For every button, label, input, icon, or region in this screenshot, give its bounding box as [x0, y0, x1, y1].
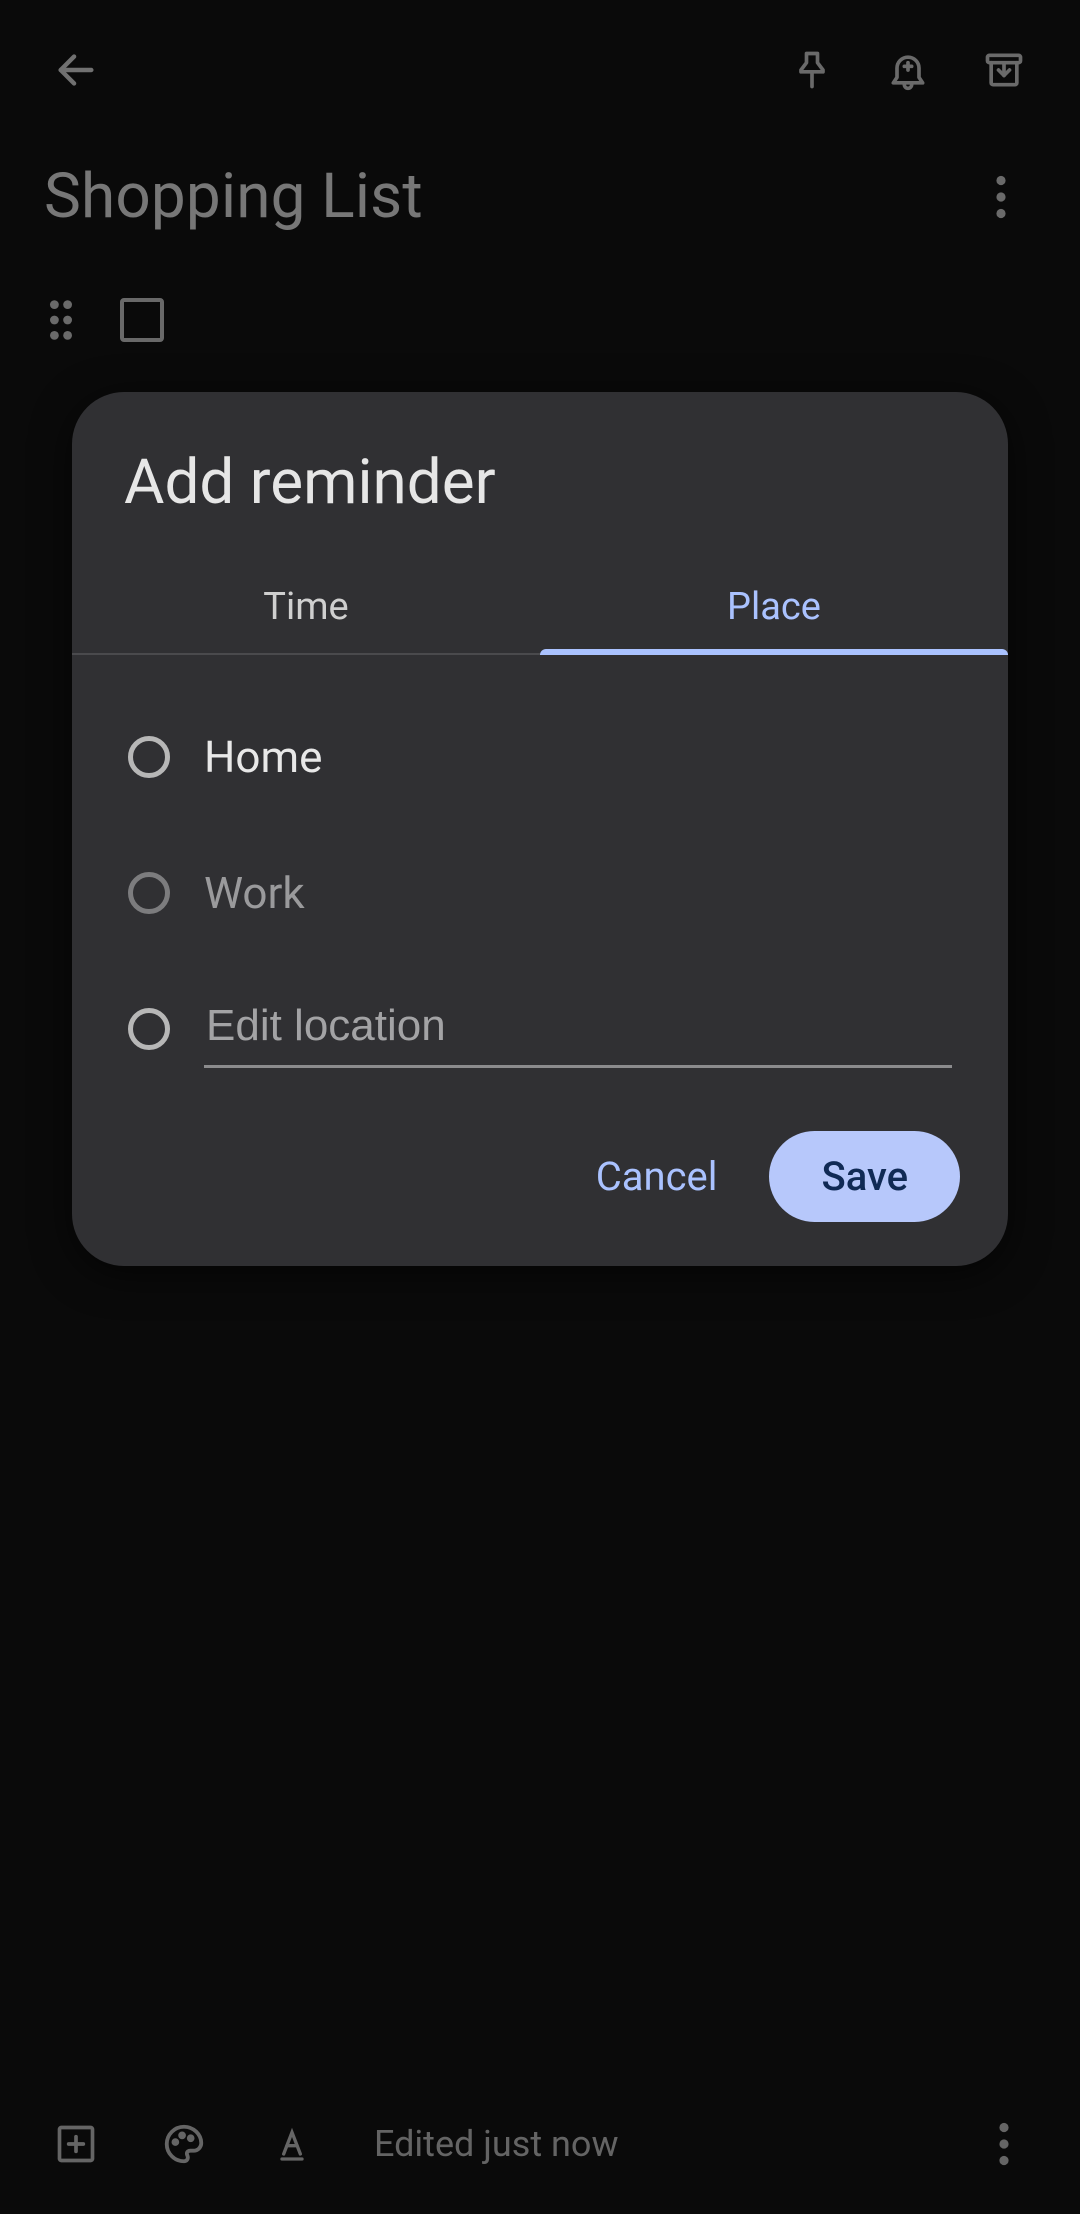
edited-timestamp: Edited just now: [374, 2123, 944, 2165]
bell-plus-icon: [886, 48, 930, 92]
add-content-button[interactable]: [28, 2096, 124, 2192]
pin-button[interactable]: [764, 22, 860, 118]
palette-button[interactable]: [136, 2096, 232, 2192]
archive-button[interactable]: [956, 22, 1052, 118]
text-format-icon: [272, 2122, 312, 2166]
text-format-button[interactable]: [244, 2096, 340, 2192]
checkbox[interactable]: [120, 298, 164, 342]
more-vert-icon: [998, 2122, 1010, 2166]
note-title[interactable]: Shopping List: [44, 160, 966, 233]
bottom-more-button[interactable]: [956, 2096, 1052, 2192]
pin-icon: [790, 48, 834, 92]
tab-place[interactable]: Place: [540, 559, 1008, 653]
option-edit-location[interactable]: [128, 961, 964, 1097]
radio-icon: [128, 736, 170, 778]
note-more-button[interactable]: [966, 162, 1036, 232]
add-box-icon: [54, 2122, 98, 2166]
radio-icon: [128, 872, 170, 914]
add-reminder-dialog: Add reminder Time Place Home Work Cancel…: [72, 392, 1008, 1266]
option-label: Home: [204, 731, 322, 783]
palette-icon: [161, 2121, 207, 2167]
cancel-button[interactable]: Cancel: [578, 1133, 736, 1220]
reminder-button[interactable]: [860, 22, 956, 118]
more-vert-icon: [995, 175, 1007, 219]
reminder-tabs: Time Place: [72, 559, 1008, 655]
drag-handle-icon[interactable]: [40, 299, 82, 341]
radio-icon: [128, 1008, 170, 1050]
option-home[interactable]: Home: [128, 689, 964, 825]
place-options: Home Work: [72, 655, 1008, 1107]
dialog-title: Add reminder: [124, 446, 956, 519]
title-row: Shopping List: [44, 160, 1036, 233]
checklist-item[interactable]: [40, 280, 164, 360]
tab-time[interactable]: Time: [72, 559, 540, 653]
archive-icon: [982, 48, 1026, 92]
save-button[interactable]: Save: [769, 1131, 960, 1222]
back-button[interactable]: [28, 22, 124, 118]
edit-location-input[interactable]: [204, 991, 952, 1068]
option-work[interactable]: Work: [128, 825, 964, 961]
option-label: Work: [204, 867, 305, 919]
top-app-bar: [0, 0, 1080, 140]
dialog-actions: Cancel Save: [72, 1107, 1008, 1266]
arrow-left-icon: [53, 47, 99, 93]
bottom-toolbar: Edited just now: [0, 2074, 1080, 2214]
